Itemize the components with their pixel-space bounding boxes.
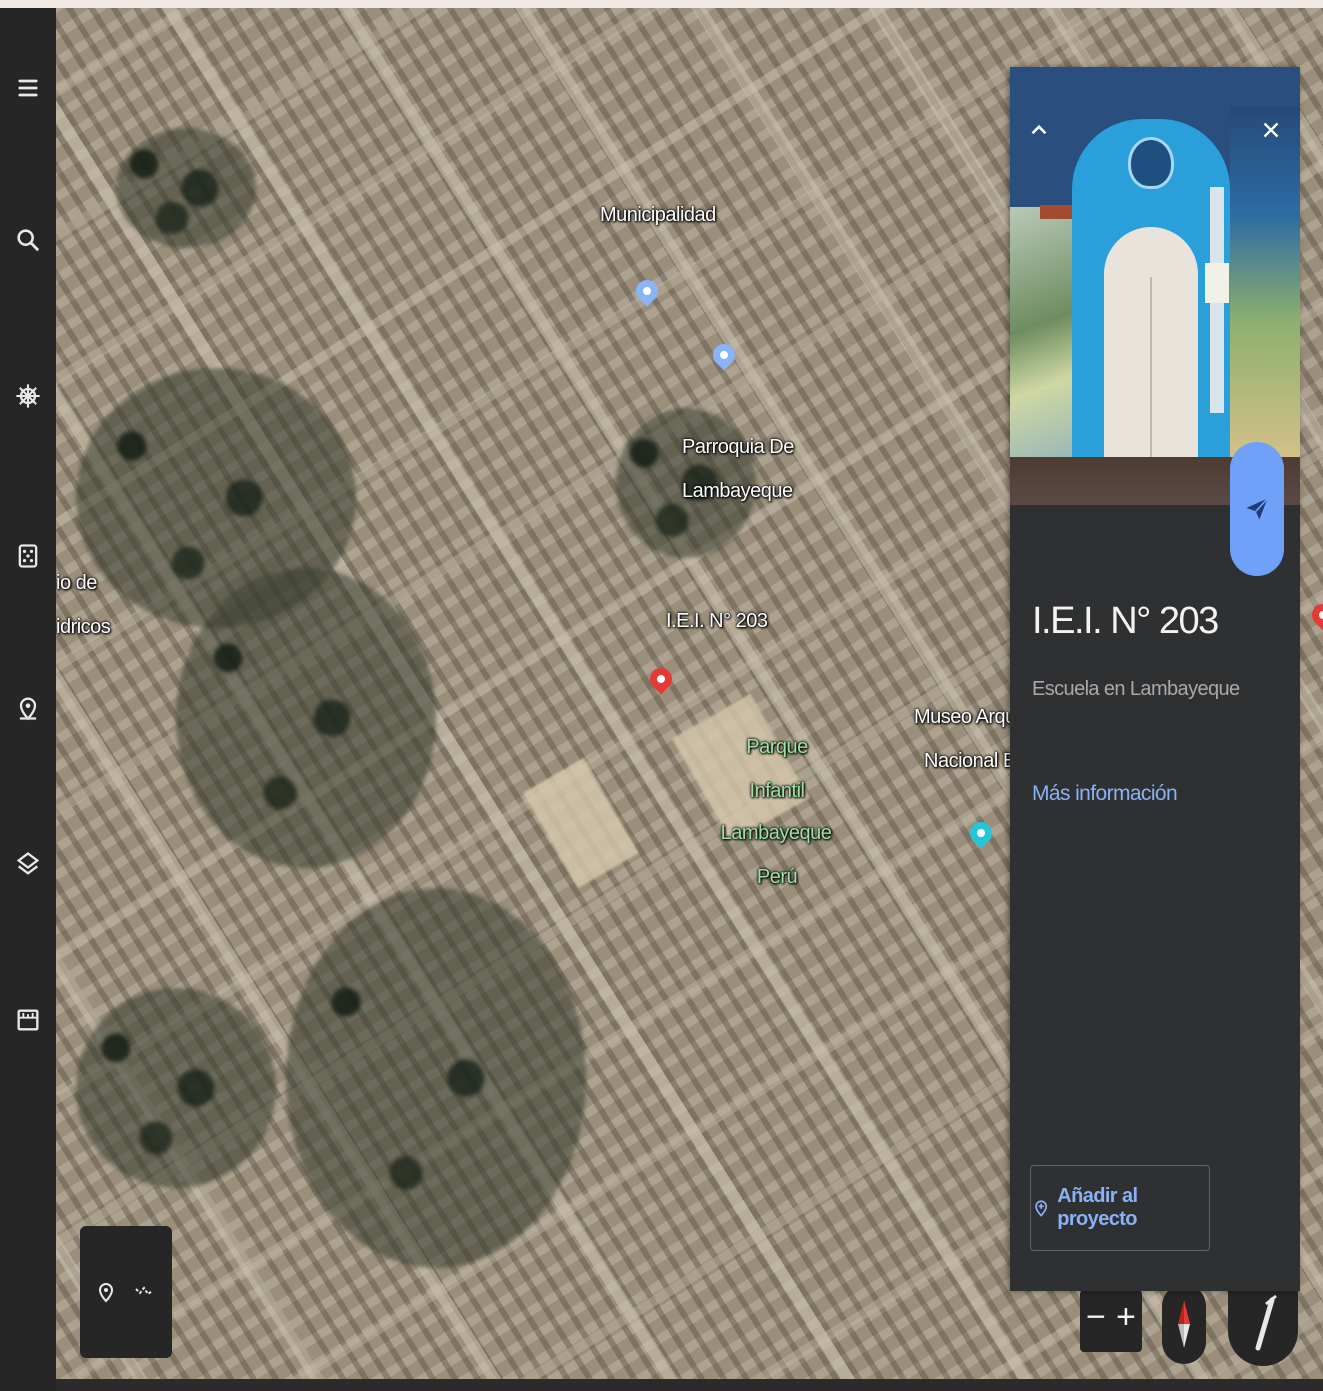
- label-municipalidad[interactable]: Municipalidad: [600, 204, 716, 227]
- tree-cluster: [76, 988, 276, 1188]
- share-send-icon: [1246, 497, 1269, 520]
- left-toolbar: [0, 8, 56, 1391]
- zoom-in-button[interactable]: +: [1116, 1300, 1136, 1334]
- photo-wall: [1230, 107, 1300, 467]
- tree-cluster: [116, 128, 256, 248]
- feeling-lucky-button[interactable]: [12, 540, 44, 572]
- label-parque-line4[interactable]: Perú: [732, 866, 822, 889]
- zoom-out-button[interactable]: −: [1086, 1300, 1106, 1334]
- share-button[interactable]: [1230, 442, 1284, 576]
- menu-icon: [18, 79, 38, 97]
- projects-pin-icon: [19, 697, 37, 721]
- ruler-icon: [17, 1009, 39, 1031]
- place-title: I.E.I. N° 203: [1032, 600, 1219, 642]
- label-parque-line2[interactable]: Infantil: [732, 780, 822, 803]
- location-pin-icon: [98, 1283, 114, 1303]
- compass-icon: [1178, 1300, 1190, 1348]
- path-button[interactable]: [130, 1278, 158, 1306]
- place-photo[interactable]: [1010, 67, 1300, 505]
- search-button[interactable]: [12, 224, 44, 256]
- add-location-icon: [1035, 1200, 1048, 1217]
- close-icon: [1263, 122, 1279, 138]
- place-category: Escuela en Lambayeque: [1032, 678, 1240, 700]
- selected-location-pin-icon[interactable]: [645, 663, 677, 695]
- compass-button[interactable]: [1162, 1284, 1206, 1364]
- more-info-link[interactable]: Más información: [1032, 781, 1178, 807]
- status-bar: [56, 1379, 1323, 1391]
- search-icon: [17, 229, 39, 251]
- label-left-line2[interactable]: idricos: [56, 616, 111, 639]
- label-parque-line1[interactable]: Parque: [732, 736, 822, 759]
- voyager-wheel-icon: [16, 384, 40, 408]
- plaza: [523, 757, 639, 889]
- label-parroquia-line1[interactable]: Parroquia De: [682, 436, 794, 459]
- plaza: [672, 693, 810, 843]
- google-earth-app: Municipalidad Parroquia De Lambayeque I.…: [0, 8, 1323, 1391]
- dice-icon: [18, 544, 38, 568]
- photo-door-line: [1150, 277, 1152, 467]
- chevron-up-icon: [1031, 124, 1047, 135]
- tree-cluster: [286, 888, 586, 1268]
- collapse-button[interactable]: [1026, 117, 1052, 149]
- label-iei-203[interactable]: I.E.I. N° 203: [666, 610, 768, 633]
- poi-pin-icon[interactable]: [708, 339, 740, 371]
- label-parque-line3[interactable]: Lambayeque: [716, 822, 836, 845]
- add-to-project-button[interactable]: Añadir al proyecto: [1030, 1165, 1210, 1251]
- tree-cluster: [176, 568, 436, 868]
- close-button[interactable]: [1258, 117, 1284, 149]
- layers-icon: [16, 852, 40, 875]
- voyager-button[interactable]: [12, 380, 44, 412]
- street-view-panel: [80, 1226, 172, 1358]
- add-to-project-label: Añadir al proyecto: [1057, 1185, 1138, 1230]
- photo-notice: [1205, 263, 1229, 303]
- path-icon: [135, 1286, 153, 1296]
- location-pin-button[interactable]: [92, 1278, 120, 1306]
- place-info-panel: I.E.I. N° 203 Escuela en Lambayeque Más …: [1010, 67, 1300, 1291]
- menu-button[interactable]: [12, 72, 44, 104]
- label-left-line1[interactable]: io de: [56, 572, 97, 595]
- museum-pin-icon[interactable]: [965, 817, 997, 849]
- photo-emblem: [1128, 137, 1174, 189]
- zoom-controls: − +: [1080, 1290, 1142, 1352]
- label-parroquia-line2[interactable]: Lambayeque: [682, 480, 793, 503]
- hospital-pin-icon[interactable]: [1307, 599, 1323, 631]
- poi-pin-icon[interactable]: [631, 275, 663, 307]
- map-style-button[interactable]: [12, 848, 44, 880]
- measure-button[interactable]: [12, 1004, 44, 1036]
- projects-button[interactable]: [12, 692, 44, 724]
